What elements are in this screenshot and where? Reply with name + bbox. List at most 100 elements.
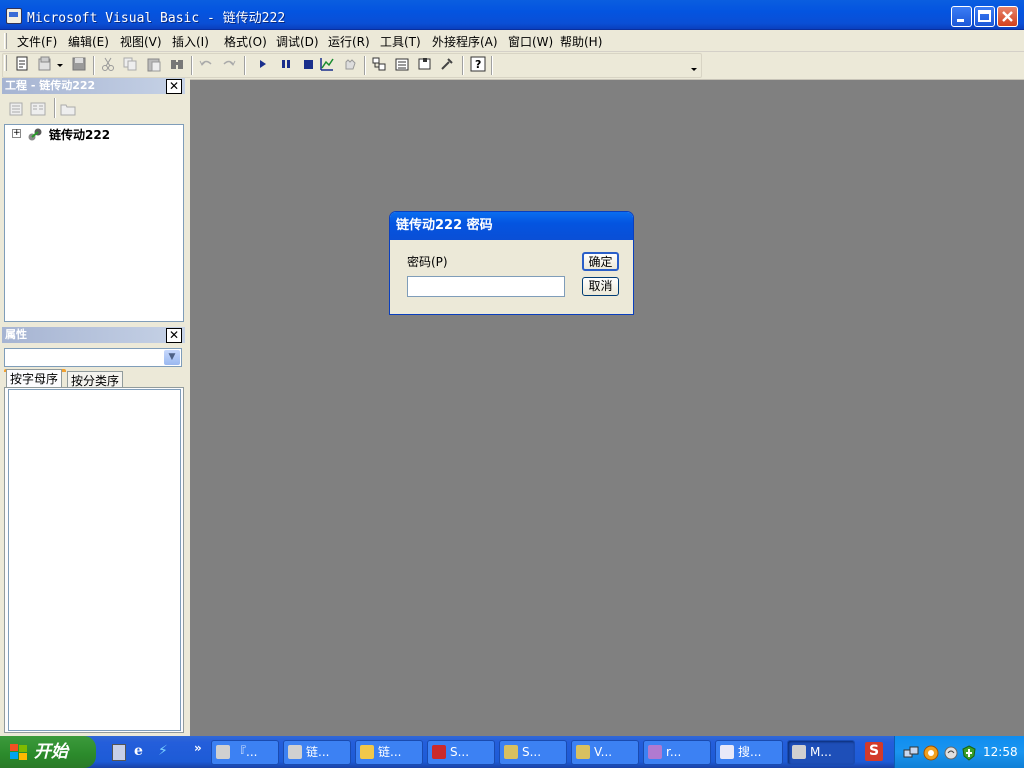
properties-button[interactable]	[393, 56, 411, 74]
watch-button[interactable]	[341, 56, 359, 74]
sogou-ime-icon[interactable]: S	[865, 742, 883, 761]
quick-launch: e ⚡ »	[108, 741, 204, 765]
view-code-button[interactable]	[8, 101, 24, 117]
menu-window[interactable]: 窗口(W)	[508, 33, 553, 50]
help-doc-icon	[504, 745, 518, 759]
window-title: Microsoft Visual Basic - 链传动222	[27, 11, 286, 26]
taskbar-button-label: 链...	[306, 745, 330, 759]
project-tree[interactable]: + 链传动222	[4, 124, 184, 322]
menu-help[interactable]: 帮助(H)	[560, 33, 602, 50]
object-selector-dropdown[interactable]: ▼	[164, 350, 180, 365]
taskbar-button[interactable]: 链...	[355, 740, 423, 765]
add-module-icon	[38, 56, 51, 71]
project-panel-close[interactable]: ✕	[166, 79, 182, 94]
taskbar-button[interactable]: 搜...	[715, 740, 783, 765]
help-button[interactable]: ?	[469, 56, 487, 74]
lightning-icon: ⚡	[158, 743, 168, 759]
menu-edit[interactable]: 编辑(E)	[68, 33, 109, 50]
save-icon	[72, 57, 86, 71]
find-icon	[171, 60, 183, 69]
toolbar-options-button[interactable]	[689, 56, 699, 74]
add-form-button[interactable]	[13, 56, 31, 74]
breakpoint-button[interactable]	[318, 56, 336, 74]
menu-addins[interactable]: 外接程序(A)	[432, 33, 498, 50]
project-panel-title[interactable]: 工程 - 链传动222	[2, 78, 185, 94]
toolbar-separator	[191, 56, 193, 75]
menu-grip[interactable]	[4, 33, 7, 49]
media-icon[interactable]	[923, 745, 939, 761]
taskbar-button-label: S...	[522, 745, 542, 759]
save-button[interactable]	[70, 56, 88, 74]
menu-debug[interactable]: 调试(D)	[276, 33, 319, 50]
menu-run[interactable]: 运行(R)	[328, 33, 370, 50]
add-module-dropdown[interactable]	[55, 56, 65, 74]
folder-icon	[60, 104, 76, 116]
tree-root-label[interactable]: 链传动222	[49, 126, 110, 143]
menu-insert[interactable]: 插入(I)	[172, 33, 209, 50]
object-browser-button[interactable]	[438, 56, 456, 74]
toolbar-separator	[93, 56, 95, 75]
taskbar-button[interactable]: 『...	[211, 740, 279, 765]
menu-view[interactable]: 视图(V)	[120, 33, 162, 50]
object-selector[interactable]: ▼	[4, 348, 182, 367]
menu-file[interactable]: 文件(F)	[17, 33, 57, 50]
volume-icon[interactable]	[943, 745, 959, 761]
project-explorer-button[interactable]	[370, 56, 388, 74]
stop-button[interactable]	[299, 56, 317, 74]
close-button[interactable]	[997, 6, 1018, 27]
maximize-button[interactable]	[974, 6, 995, 27]
cancel-button[interactable]: 取消	[582, 277, 619, 296]
tree-expand-toggle[interactable]: +	[12, 129, 21, 138]
taskbar-button-label: r...	[666, 745, 682, 759]
redo-button[interactable]	[220, 56, 238, 74]
vb-icon	[216, 745, 230, 759]
quick-launch-more[interactable]: »	[194, 741, 202, 755]
properties-panel-title[interactable]: 属性	[2, 327, 185, 343]
clock[interactable]: 12:58	[983, 745, 1018, 759]
system-tray: 12:58	[894, 736, 1024, 768]
properties-list[interactable]	[8, 389, 181, 731]
cut-button[interactable]	[99, 56, 117, 74]
ok-button[interactable]: 确定	[582, 252, 619, 271]
quick-launch-desktop[interactable]	[112, 744, 126, 761]
find-button[interactable]	[168, 56, 186, 74]
network-icon[interactable]	[903, 745, 919, 761]
taskbar-button[interactable]: V...	[571, 740, 639, 765]
pause-button[interactable]	[277, 56, 295, 74]
form-layout-button[interactable]	[416, 56, 434, 74]
double-chevron-icon: »	[194, 741, 202, 755]
menu-format[interactable]: 格式(O)	[224, 33, 267, 50]
add-form-icon	[16, 56, 28, 71]
taskbar-button[interactable]: S...	[499, 740, 567, 765]
ie-icon: e	[134, 743, 143, 759]
taskbar-button[interactable]: r...	[643, 740, 711, 765]
menu-tools[interactable]: 工具(T)	[380, 33, 421, 50]
vb-project-icon	[28, 128, 42, 141]
taskbar-button[interactable]: S...	[427, 740, 495, 765]
copy-button[interactable]	[121, 56, 139, 74]
run-button[interactable]	[254, 56, 272, 74]
dialog-title[interactable]: 链传动222 密码	[390, 212, 633, 240]
taskbar-button[interactable]: 链...	[283, 740, 351, 765]
taskbar-button[interactable]: M...	[787, 740, 855, 765]
security-shield-icon[interactable]	[961, 745, 977, 761]
toggle-folders-button[interactable]	[60, 101, 76, 117]
taskbar-button-label: 『...	[234, 745, 258, 759]
password-input[interactable]	[407, 276, 565, 297]
taskbar-button-label: S...	[450, 745, 470, 759]
cut-icon	[102, 57, 114, 71]
close-icon	[1002, 11, 1013, 22]
add-module-button[interactable]	[36, 56, 54, 74]
vb-app-icon[interactable]	[6, 8, 22, 24]
paste-button[interactable]	[145, 56, 163, 74]
properties-panel-close[interactable]: ✕	[166, 328, 182, 343]
quick-launch-app[interactable]: ⚡	[158, 743, 174, 761]
quick-launch-ie[interactable]: e	[134, 743, 152, 761]
view-object-button[interactable]	[30, 101, 46, 117]
minimize-button[interactable]	[951, 6, 972, 27]
undo-icon	[199, 60, 212, 66]
toolbar-grip[interactable]	[4, 55, 7, 71]
toolbar-separator	[491, 56, 493, 75]
toolbar-separator	[462, 56, 464, 75]
undo-button[interactable]	[197, 56, 215, 74]
